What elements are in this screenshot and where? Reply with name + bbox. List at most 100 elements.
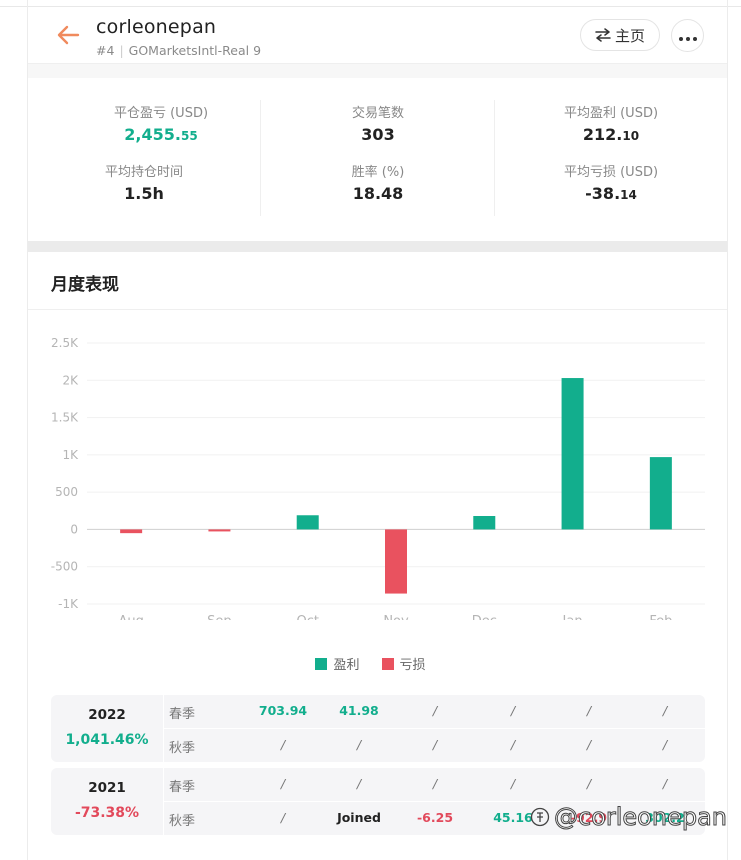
season-cell: / [432, 703, 438, 718]
stat-trade-count: 交易笔数 303 [278, 102, 478, 144]
stats-divider [260, 100, 261, 216]
season-row: 秋季 / / / / / / [163, 729, 705, 762]
year-summary: 2022 1,041.46% [51, 695, 164, 762]
legend-swatch-profit [315, 657, 328, 670]
season-label: 秋季 [169, 814, 196, 829]
x-tick-label: Aug [118, 614, 143, 620]
stat-value: 18.48 [352, 184, 404, 203]
bar-aug[interactable] [120, 529, 143, 534]
season-cell: / [280, 776, 286, 791]
season-cell: / [586, 703, 592, 718]
watermark: @corleonepan [530, 803, 728, 832]
season-row: 春季 / / / / / / [163, 768, 705, 802]
season-label: 秋季 [169, 741, 196, 756]
legend-item-profit[interactable]: 盈利 [315, 654, 360, 673]
home-button[interactable]: 主页 [580, 19, 660, 51]
bar-feb[interactable] [649, 457, 672, 530]
y-tick-label: -500 [51, 560, 78, 574]
stats-divider [494, 100, 495, 216]
rank-label: #4 [96, 43, 115, 58]
season-row: 春季 703.94 41.98 / / / / [163, 695, 705, 729]
stat-value: 303 [361, 125, 395, 144]
username: corleonepan [96, 16, 217, 38]
account-label: GOMarketsIntl-Real 9 [128, 43, 262, 58]
season-cell: / [662, 703, 668, 718]
season-cell: / [432, 776, 438, 791]
year-return: 1,041.46% [65, 732, 149, 748]
stat-label: 交易笔数 [351, 106, 404, 121]
x-tick-label: Dec [472, 614, 497, 620]
section-gap [28, 64, 727, 78]
year-return: -73.38% [74, 805, 140, 821]
bar-dec[interactable] [473, 516, 496, 530]
year-block-2022: 2022 1,041.46% 春季 703.94 41.98 / / / / 秋季 / / / / / / [51, 695, 705, 762]
season-label: 春季 [169, 707, 196, 722]
season-cell: / [586, 776, 592, 791]
stat-avg-profit: 平均盈利 (USD) 212.10 [511, 102, 711, 144]
bar-oct[interactable] [296, 515, 319, 530]
season-cell: / [510, 703, 516, 718]
season-label: 春季 [169, 780, 196, 795]
y-tick-label: -1K [58, 597, 79, 611]
bar-sep[interactable] [208, 529, 231, 532]
season-cell: 41.98 [339, 703, 379, 718]
year-summary: 2021 -73.38% [51, 768, 164, 835]
stat-label: 平仓盈亏 (USD) [113, 106, 209, 121]
section-gap [28, 241, 727, 252]
x-tick-label: Jan [562, 614, 583, 620]
season-cell: / [662, 737, 668, 752]
home-button-label: 主页 [614, 26, 645, 45]
legend-label-loss: 亏损 [399, 658, 426, 673]
x-tick-label: Sep [207, 614, 232, 620]
stat-value: -38.14 [585, 184, 637, 203]
season-cell: 703.94 [258, 703, 308, 718]
swap-icon [595, 28, 611, 42]
stat-avg-hold-time: 平均持仓时间 1.5h [44, 161, 244, 203]
legend-swatch-loss [381, 657, 394, 670]
season-cell: / [510, 776, 516, 791]
stat-label: 平均亏损 (USD) [563, 165, 659, 180]
stat-win-rate: 胜率 (%) 18.48 [278, 161, 478, 203]
season-cell: / [432, 737, 438, 752]
y-tick-label: 1.5K [51, 411, 79, 425]
season-cell: / [586, 737, 592, 752]
more-options-button[interactable] [671, 19, 704, 52]
season-cell: / [280, 810, 286, 825]
bar-jan[interactable] [561, 378, 584, 530]
x-tick-label: Feb [649, 614, 672, 620]
stat-value: 2,455.55 [124, 125, 198, 144]
year-label: 2021 [88, 780, 126, 796]
y-tick-label: 0 [70, 522, 78, 536]
chart-legend: 盈利 亏损 [0, 654, 741, 673]
bar-nov[interactable] [385, 529, 407, 594]
y-tick-label: 2.5K [51, 336, 79, 350]
x-tick-label: Oct [296, 614, 318, 620]
stat-label: 平均持仓时间 [104, 165, 183, 180]
watermark-text: @corleonepan [554, 803, 728, 832]
back-arrow-icon[interactable] [56, 24, 80, 46]
y-tick-label: 500 [55, 485, 78, 499]
season-cell: / [510, 737, 516, 752]
season-cell: / [356, 776, 362, 791]
season-cell: -6.25 [416, 810, 454, 825]
section-divider [28, 309, 727, 310]
legend-item-loss[interactable]: 亏损 [381, 654, 426, 673]
stat-avg-loss: 平均亏损 (USD) -38.14 [511, 161, 711, 203]
monthly-bar-chart: 2.5K 2K 1.5K 1K 500 0 -500 -1K Aug Sep Oct Nov Dec Ja… [51, 336, 705, 620]
stats-panel: 平仓盈亏 (USD) 2,455.55 交易笔数 303 平均盈利 (USD) … [28, 78, 727, 241]
zhihu-logo-icon [530, 807, 550, 827]
season-cell: / [662, 776, 668, 791]
stat-value: 212.10 [582, 125, 640, 144]
stat-label: 胜率 (%) [351, 165, 405, 180]
account-subline: #4 | GOMarketsIntl-Real 9 [96, 43, 262, 58]
more-dots-icon [677, 26, 698, 45]
y-tick-label: 1K [62, 448, 79, 462]
year-label: 2022 [88, 707, 126, 723]
legend-label-profit: 盈利 [333, 658, 360, 673]
season-cell: / [356, 737, 362, 752]
season-cell: / [280, 737, 286, 752]
x-tick-label: Nov [383, 614, 409, 620]
monthly-performance-title: 月度表现 [51, 275, 119, 295]
season-cell: Joined [337, 810, 381, 825]
stat-label: 平均盈利 (USD) [563, 106, 659, 121]
